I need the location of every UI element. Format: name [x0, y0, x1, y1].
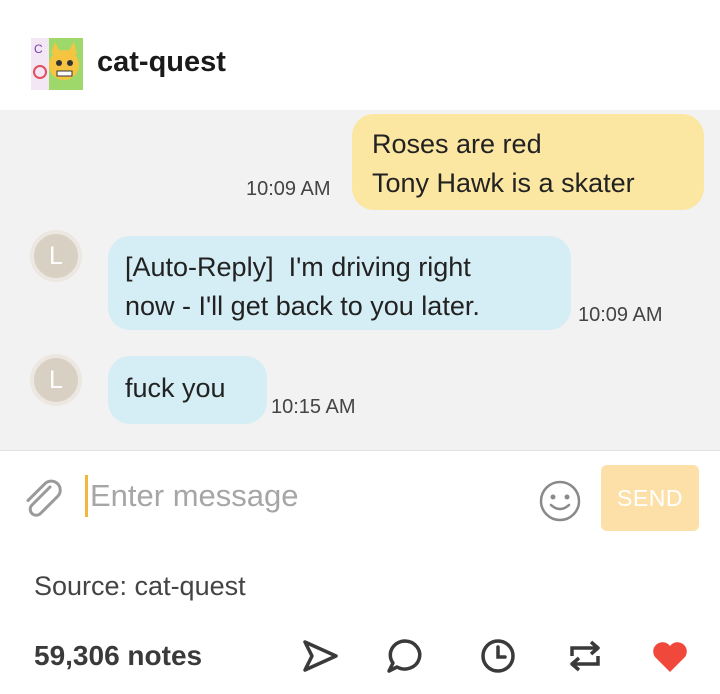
message-line: now - I'll get back to you later.: [125, 291, 480, 321]
sent-message-bubble: Roses are red Tony Hawk is a skater: [352, 114, 704, 210]
text-cursor: [85, 475, 88, 517]
heart-icon[interactable]: [650, 636, 690, 676]
send-button[interactable]: SEND: [601, 465, 699, 531]
received-message-bubble: [Auto-Reply] I'm driving right now - I'l…: [108, 236, 571, 330]
post-source[interactable]: Source: cat-quest: [34, 571, 246, 602]
message-line: Roses are red: [372, 129, 542, 159]
blog-avatar[interactable]: C: [31, 38, 83, 90]
paperclip-icon[interactable]: [20, 479, 66, 519]
smiley-icon[interactable]: [538, 479, 582, 523]
received-message-bubble: fuck you: [108, 356, 267, 424]
blog-name[interactable]: cat-quest: [97, 46, 226, 79]
contact-avatar[interactable]: L: [30, 230, 82, 282]
reply-icon[interactable]: [385, 636, 425, 676]
message-input[interactable]: [90, 473, 510, 519]
reblog-icon[interactable]: [565, 636, 605, 676]
message-timestamp: 10:09 AM: [246, 178, 331, 200]
post-header: C cat-quest: [0, 0, 720, 110]
share-icon[interactable]: [300, 636, 340, 676]
history-icon[interactable]: [478, 636, 518, 676]
message-line: fuck you: [125, 373, 226, 403]
notes-count[interactable]: 59,306 notes: [34, 640, 202, 672]
svg-text:C: C: [34, 42, 43, 56]
message-timestamp: 10:15 AM: [271, 396, 356, 418]
message-input-bar: SEND: [0, 450, 720, 546]
contact-avatar[interactable]: L: [30, 354, 82, 406]
message-timestamp: 10:09 AM: [578, 304, 663, 326]
message-line: Tony Hawk is a skater: [372, 168, 635, 198]
chat-thread: 10:09 AM Roses are red Tony Hawk is a sk…: [0, 110, 720, 450]
message-line: [Auto-Reply] I'm driving right: [125, 252, 471, 282]
